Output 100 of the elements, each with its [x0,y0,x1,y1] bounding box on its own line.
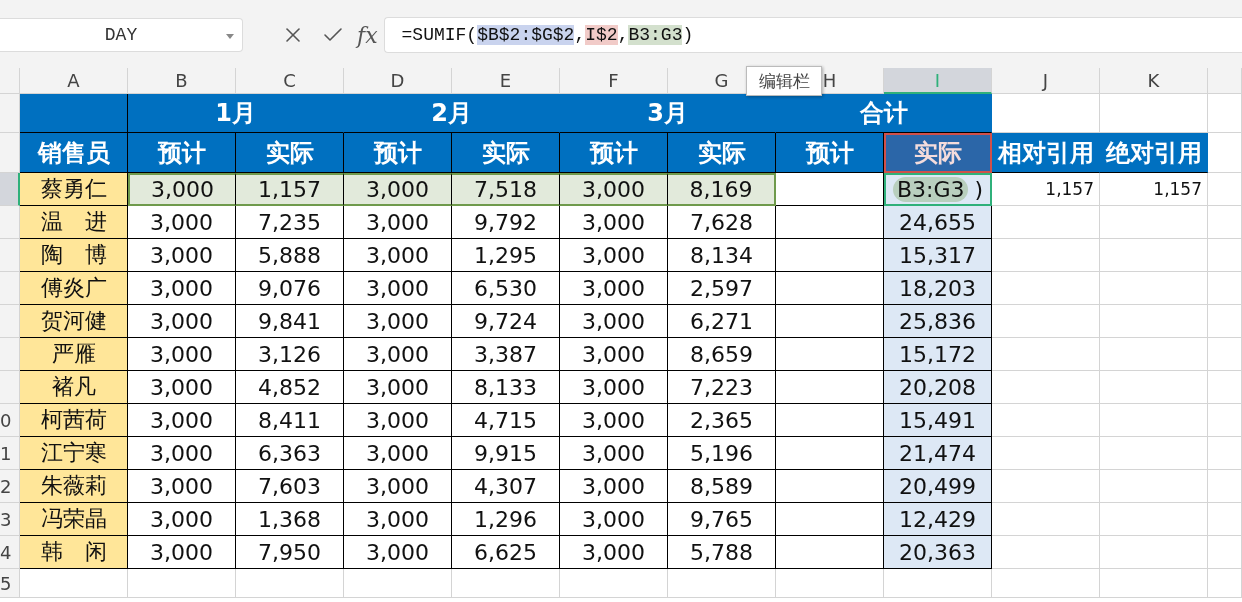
number-cell: 3,126 [236,338,344,371]
number-cell: 8,134 [668,239,776,272]
row-header[interactable] [0,338,20,371]
column-heading: 绝对引用 [1100,133,1208,173]
number-cell: 3,000 [128,404,236,437]
number-cell: 3,000 [344,173,452,206]
column-header[interactable]: E [452,68,560,94]
column-heading: 预计 [344,133,452,173]
number-cell: 3,387 [452,338,560,371]
result-cell: 1,157 [1100,173,1208,206]
formula-field[interactable]: =SUMIF($B$2:$G$2,I$2,B3:G3) [383,17,1242,53]
number-cell: 3,000 [560,503,668,536]
number-cell: 3,000 [560,239,668,272]
column-header[interactable]: K [1100,68,1208,94]
column-header[interactable]: C [236,68,344,94]
empty-cell [1208,133,1242,173]
number-cell: 3,000 [128,338,236,371]
column-header[interactable]: F [560,68,668,94]
function-button[interactable]: fx [357,22,378,48]
number-cell: 8,659 [668,338,776,371]
number-cell: 3,000 [560,272,668,305]
number-cell: 3,000 [128,437,236,470]
total-cell: 25,836 [884,305,992,338]
name-cell: 陶 博 [20,239,128,272]
column-heading: 预计 [560,133,668,173]
number-cell: 3,000 [128,470,236,503]
row-header[interactable]: 0 [0,404,20,437]
empty-cell [1208,437,1242,470]
number-cell: 4,852 [236,371,344,404]
row-header[interactable]: 2 [0,470,20,503]
number-cell: 3,000 [128,536,236,569]
number-cell: 6,530 [452,272,560,305]
empty-cell [1208,173,1242,206]
column-header[interactable]: A [20,68,128,94]
empty-cell [1208,569,1242,598]
total-cell: 12,429 [884,503,992,536]
row-header[interactable]: 1 [0,437,20,470]
number-cell: 3,000 [128,371,236,404]
number-cell: 9,765 [668,503,776,536]
row-header[interactable] [0,206,20,239]
row-header[interactable] [0,173,20,206]
column-heading: 相对引用 [992,133,1100,173]
select-all-corner[interactable] [0,68,20,94]
empty-cell [1208,470,1242,503]
row-header[interactable] [0,371,20,404]
number-cell: 9,724 [452,305,560,338]
column-header[interactable]: D [344,68,452,94]
name-box[interactable]: DAY [0,18,243,52]
empty-cell [1208,272,1242,305]
row-header[interactable]: 4 [0,536,20,569]
number-cell: 3,000 [344,272,452,305]
name-cell: 贺河健 [20,305,128,338]
number-cell: 9,841 [236,305,344,338]
row-header[interactable] [0,305,20,338]
number-cell: 3,000 [344,503,452,536]
column-heading: 实际 [884,133,992,173]
number-cell: 3,000 [128,239,236,272]
number-cell: 3,000 [560,305,668,338]
row-header[interactable]: 3 [0,503,20,536]
number-cell: 3,000 [344,305,452,338]
total-cell: 18,203 [884,272,992,305]
number-cell: 1,368 [236,503,344,536]
number-cell: 2,365 [668,404,776,437]
number-cell: 3,000 [344,338,452,371]
column-heading: 预计 [128,133,236,173]
total-cell: 15,491 [884,404,992,437]
number-cell: 1,157 [236,173,344,206]
number-cell: 3,000 [128,503,236,536]
empty-cell [1208,503,1242,536]
number-cell: 6,363 [236,437,344,470]
row-header[interactable]: 5 [0,569,20,598]
number-cell: 7,235 [236,206,344,239]
column-header[interactable] [1208,68,1242,94]
row-header[interactable] [0,133,20,173]
total-cell: 21,474 [884,437,992,470]
empty-cell [1208,536,1242,569]
name-cell: 朱薇莉 [20,470,128,503]
number-cell: 3,000 [128,206,236,239]
number-cell: 3,000 [560,437,668,470]
closing-paren: ) [974,177,984,202]
column-header[interactable]: B [128,68,236,94]
total-cell: 20,208 [884,371,992,404]
caret-icon[interactable] [226,34,234,39]
column-header[interactable]: J [992,68,1100,94]
number-cell: 7,950 [236,536,344,569]
row-header[interactable] [0,239,20,272]
number-cell: 4,715 [452,404,560,437]
number-cell: 6,271 [668,305,776,338]
column-heading: 实际 [452,133,560,173]
number-cell: 3,000 [128,305,236,338]
row-header[interactable] [0,94,20,133]
name-cell: 柯茜荷 [20,404,128,437]
number-cell: 3,000 [560,338,668,371]
number-cell: 1,295 [452,239,560,272]
row-header[interactable] [0,272,20,305]
number-cell: 5,888 [236,239,344,272]
total-cell: 15,172 [884,338,992,371]
empty-cell [1208,404,1242,437]
number-cell: 7,223 [668,371,776,404]
editing-cell[interactable]: B3:G3 ) [884,173,992,206]
